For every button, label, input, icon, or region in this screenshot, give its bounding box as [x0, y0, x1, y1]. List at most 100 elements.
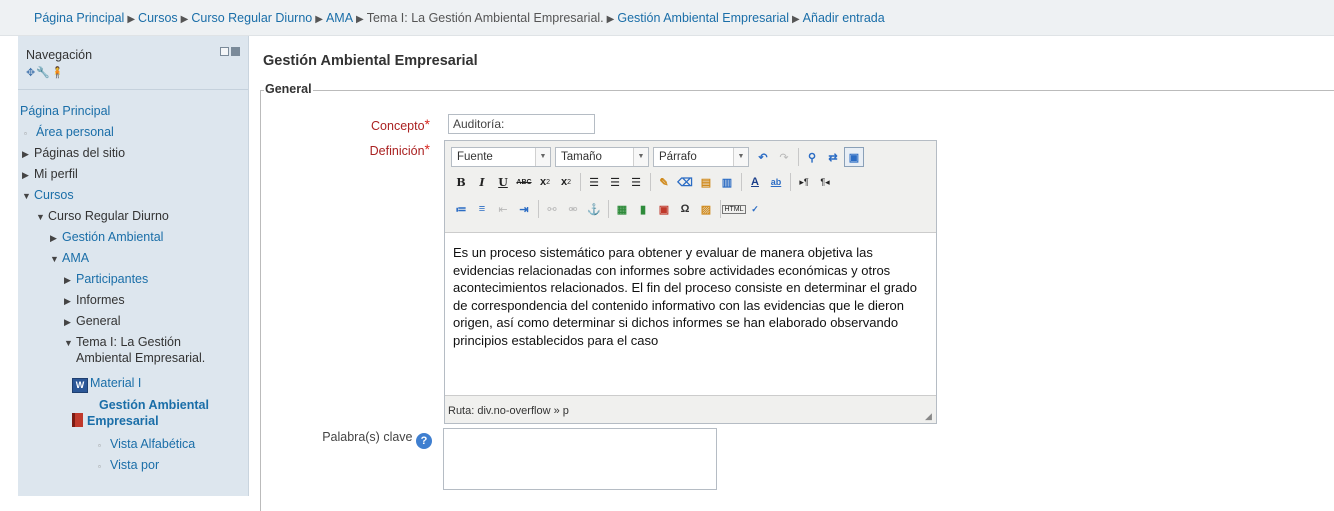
insert-moodle-media-icon[interactable]: ▣ — [654, 199, 674, 219]
bullet-icon: ▫ — [24, 129, 27, 138]
dock-block-icon[interactable] — [231, 47, 240, 56]
nav-item-gestion-ambiental[interactable]: ▶ Gestión Ambiental — [50, 230, 163, 244]
editor-toolbar-row-1: Fuente ▼ Tamaño ▼ Párrafo ▼ ↶ ↷ ⚲ ⇄ ▣ — [451, 146, 865, 168]
nav-item-vista-por[interactable]: ▫ Vista por — [98, 458, 159, 472]
nav-item-gestion-ambiental-empresarial-continued[interactable]: Empresarial — [72, 413, 159, 428]
rtl-icon[interactable]: ¶◂ — [815, 172, 835, 192]
navigation-block-header: Navegación ✥🔧🧍 — [18, 36, 248, 90]
editor-content-area[interactable]: Es un proceso sistemático para obtener y… — [445, 232, 936, 396]
fullscreen-icon[interactable]: ▣ — [844, 147, 864, 167]
breadcrumb-item-gestion-ambiental-empresarial[interactable]: Gestión Ambiental Empresarial — [617, 11, 789, 25]
special-character-icon[interactable]: Ω — [675, 199, 695, 219]
align-right-icon[interactable]: ☰ — [626, 172, 646, 192]
outdent-icon[interactable]: ⇤ — [493, 199, 513, 219]
replace-icon[interactable]: ⇄ — [823, 147, 843, 167]
toolbar-separator — [538, 200, 539, 218]
nav-item-pagina-principal[interactable]: Página Principal — [20, 104, 110, 118]
paragraph-format-select[interactable]: Párrafo ▼ — [653, 147, 749, 167]
breadcrumb-item-anadir-entrada[interactable]: Añadir entrada — [803, 11, 885, 25]
breadcrumb-item-cursos[interactable]: Cursos — [138, 11, 178, 25]
nav-item-area-personal[interactable]: ▫ Área personal — [24, 125, 114, 139]
link-icon[interactable]: ⚯ — [542, 199, 562, 219]
insert-image-icon[interactable]: ▦ — [612, 199, 632, 219]
ltr-icon[interactable]: ▸¶ — [794, 172, 814, 192]
paste-text-icon[interactable]: ▤ — [696, 172, 716, 192]
editor-toolbar-row-3: ≔ ≡ ⇤ ⇥ ⚯ ⚮ ⚓ ▦ ▮ ▣ Ω ▨ HTML ✓ — [451, 198, 766, 220]
indent-icon[interactable]: ⇥ — [514, 199, 534, 219]
nav-item-label: Mi perfil — [34, 167, 78, 181]
nav-item-participantes[interactable]: ▶ Participantes — [64, 272, 148, 286]
align-center-icon[interactable]: ☰ — [605, 172, 625, 192]
help-icon[interactable]: ? — [416, 433, 432, 449]
concepto-input[interactable] — [448, 114, 595, 134]
insert-table-icon[interactable]: ▨ — [696, 199, 716, 219]
bold-icon[interactable]: B — [451, 172, 471, 192]
remove-format-icon[interactable]: ⌫ — [675, 172, 695, 192]
nav-item-tema-i-continued[interactable]: Ambiental Empresarial. — [76, 351, 205, 365]
html-source-icon[interactable]: HTML — [722, 199, 746, 219]
concepto-label: Concepto* — [370, 116, 430, 133]
toolbar-separator — [608, 200, 609, 218]
undo-icon[interactable]: ↶ — [753, 147, 773, 167]
insert-media-icon[interactable]: ▮ — [633, 199, 653, 219]
anchor-icon[interactable]: ⚓ — [584, 199, 604, 219]
breadcrumb-item-ama[interactable]: AMA — [326, 11, 353, 25]
nav-item-vista-alfabetica[interactable]: ▫ Vista Alfabética — [98, 437, 195, 451]
find-icon[interactable]: ⚲ — [802, 147, 822, 167]
numbered-list-icon[interactable]: ≡ — [472, 199, 492, 219]
nav-item-gestion-ambiental-empresarial[interactable]: Gestión Ambiental — [99, 398, 209, 412]
nav-item-informes[interactable]: ▶ Informes — [64, 293, 125, 307]
nav-item-label: Empresarial — [87, 414, 159, 428]
toolbar-separator — [798, 148, 799, 166]
nav-item-ama[interactable]: ▼ AMA — [50, 251, 89, 265]
breadcrumb-item-curso-regular-diurno[interactable]: Curso Regular Diurno — [191, 11, 312, 25]
nav-item-mi-perfil[interactable]: ▶ Mi perfil — [22, 167, 78, 181]
spellcheck-icon[interactable]: ✓ — [745, 199, 765, 219]
resize-handle-icon[interactable]: ◢ — [925, 411, 932, 422]
nav-item-label: Ambiental Empresarial. — [76, 351, 206, 365]
font-family-select[interactable]: Fuente ▼ — [451, 147, 551, 167]
breadcrumb-separator-icon: ▶ — [127, 14, 136, 25]
bullet-icon: ▫ — [98, 462, 101, 471]
font-size-select[interactable]: Tamaño ▼ — [555, 147, 649, 167]
unlink-icon[interactable]: ⚮ — [563, 199, 583, 219]
redo-icon[interactable]: ↷ — [774, 147, 794, 167]
nav-item-label: Participantes — [76, 272, 149, 286]
required-icon: * — [424, 116, 430, 132]
strikethrough-icon[interactable]: ABC — [514, 172, 534, 192]
breadcrumb-separator-icon: ▶ — [791, 14, 800, 25]
nav-item-cursos[interactable]: ▼ Cursos — [22, 188, 74, 202]
nav-item-curso-regular-diurno[interactable]: ▼ Curso Regular Diurno — [36, 209, 169, 223]
breadcrumb-item-pagina-principal[interactable]: Página Principal — [34, 11, 124, 25]
paste-word-icon[interactable]: ▥ — [717, 172, 737, 192]
word-document-icon: W — [72, 378, 88, 393]
fieldset-legend-general[interactable]: General — [264, 82, 313, 96]
block-tools-icons[interactable]: ✥🔧🧍 — [26, 66, 66, 79]
minimize-block-icon[interactable] — [220, 47, 229, 56]
nav-item-material-i[interactable]: W Material I — [72, 376, 141, 393]
dock-controls[interactable] — [220, 47, 240, 56]
italic-icon[interactable]: I — [472, 172, 492, 192]
subscript-icon[interactable]: x2 — [535, 172, 555, 192]
nav-item-paginas-del-sitio[interactable]: ▶ Páginas del sitio — [22, 146, 125, 160]
superscript-icon[interactable]: x2 — [556, 172, 576, 192]
align-left-icon[interactable]: ☰ — [584, 172, 604, 192]
dropdown-arrow-icon: ▼ — [733, 148, 748, 166]
nav-item-tema-i[interactable]: ▼ Tema I: La Gestión — [64, 335, 181, 349]
text-color-icon[interactable]: A — [745, 172, 765, 192]
nav-item-label: Página Principal — [20, 104, 111, 118]
nav-item-label: Vista Alfabética — [110, 437, 196, 451]
underline-icon[interactable]: U — [493, 172, 513, 192]
navigation-block: Navegación ✥🔧🧍 Página Principal ▫ Área pe… — [18, 36, 249, 496]
bullet-list-icon[interactable]: ≔ — [451, 199, 471, 219]
cleanup-icon[interactable]: ✎ — [654, 172, 674, 192]
nav-item-general[interactable]: ▶ General — [64, 314, 120, 328]
highlight-color-icon[interactable]: ab — [766, 172, 786, 192]
palabras-clave-textarea[interactable] — [443, 428, 717, 490]
navigation-title: Navegación — [26, 48, 93, 62]
expanded-arrow-icon: ▼ — [22, 191, 31, 201]
definicion-label: Definición* — [355, 141, 430, 158]
concepto-label-text: Concepto — [371, 119, 425, 133]
nav-item-label: Informes — [76, 293, 125, 307]
collapsed-arrow-icon: ▶ — [64, 317, 71, 327]
